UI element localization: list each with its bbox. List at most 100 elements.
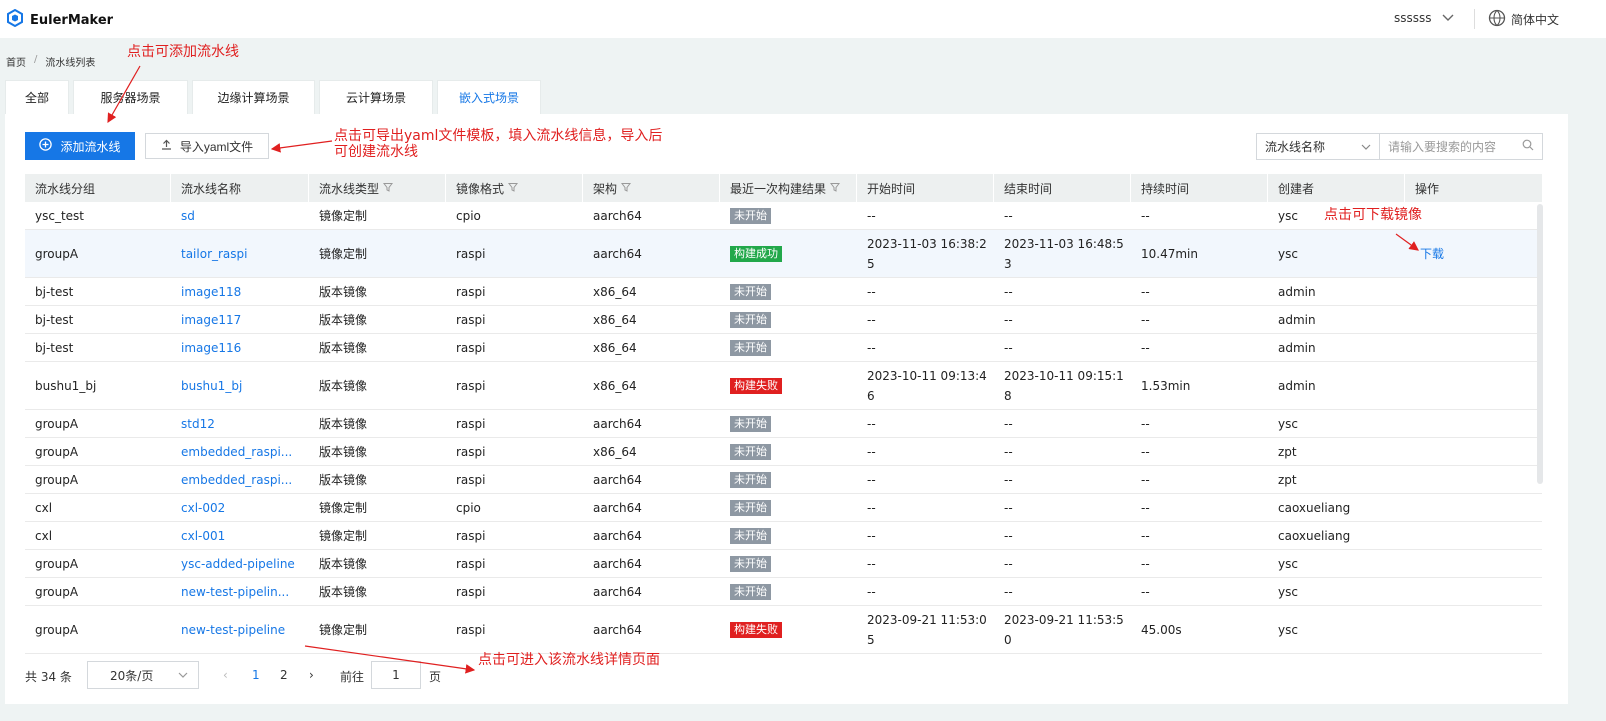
cell-status: 未开始	[720, 334, 857, 361]
cell-group: bj-test	[35, 312, 74, 327]
pipeline-name-link[interactable]: embedded_raspi...	[171, 438, 309, 465]
filter-icon[interactable]	[383, 181, 394, 195]
table-row[interactable]: bj-test image116 版本镜像 raspi x86_64 未开始 -- -- -- a…	[25, 334, 1542, 362]
cell-arch: aarch64	[593, 528, 642, 543]
cell-end: 2023-11-03 16:48:53	[994, 230, 1131, 277]
pipeline-name-link[interactable]: new-test-pipeline	[171, 606, 309, 653]
pipeline-name-link[interactable]: new-test-pipelin...	[171, 578, 309, 605]
cell-status: 未开始	[720, 278, 857, 305]
tab-edge[interactable]: 边缘计算场景	[192, 80, 315, 114]
pipeline-name-link[interactable]: tailor_raspi	[171, 230, 309, 277]
tab-server[interactable]: 服务器场景	[73, 80, 188, 114]
search-icon[interactable]	[1522, 139, 1534, 154]
language-label: 简体中文	[1511, 13, 1560, 27]
col-format: 镜像格式	[446, 174, 583, 202]
page-size-select[interactable]: 20条/页	[87, 661, 199, 689]
table-row[interactable]: cxl cxl-001 镜像定制 raspi aarch64 未开始 -- -- -- caoxu…	[25, 522, 1542, 550]
breadcrumb-separator: /	[34, 54, 38, 65]
pipeline-name-link[interactable]: ysc-added-pipeline	[171, 550, 309, 577]
table-row[interactable]: cxl cxl-002 镜像定制 cpio aarch64 未开始 -- -- -- caoxue…	[25, 494, 1542, 522]
add-pipeline-button[interactable]: 添加流水线	[25, 132, 135, 160]
cell-group: groupA	[35, 246, 79, 261]
cell-format: cpio	[456, 208, 481, 223]
table-row[interactable]: bushu1_bj bushu1_bj 版本镜像 raspi x86_64 构建失败 202…	[25, 362, 1542, 410]
cell-status: 构建成功	[720, 230, 857, 277]
cell-arch: aarch64	[593, 584, 642, 599]
cell-creator: admin	[1278, 312, 1316, 327]
time-text: 2023-11-03 16:48:53	[1004, 236, 1124, 271]
cell-type: 镜像定制	[319, 500, 368, 515]
table-header: 流水线分组 流水线名称 流水线类型 镜像格式 架构 最近一次构建结果 开始时间 …	[25, 174, 1542, 202]
cell-start: 2023-09-21 11:53:05	[857, 606, 994, 653]
download-link[interactable]: 下载	[1420, 244, 1444, 264]
breadcrumb-home[interactable]: 首页	[6, 54, 26, 69]
annotation-detail: 点击可进入该流水线详情页面	[478, 652, 660, 668]
import-yaml-button[interactable]: 导入yaml文件	[145, 133, 269, 159]
table-row[interactable]: groupA new-test-pipeline 镜像定制 raspi aarch64 构…	[25, 606, 1542, 654]
cell-start: --	[867, 312, 876, 327]
time-text: 2023-10-11 09:15:18	[1004, 368, 1124, 403]
cell-arch: x86_64	[593, 312, 637, 327]
status-badge: 未开始	[730, 583, 771, 600]
time-text: 2023-10-11 09:13:46	[867, 368, 987, 403]
table-scrollbar[interactable]	[1537, 204, 1543, 484]
pipeline-name-link[interactable]: cxl-002	[171, 494, 309, 521]
tab-all[interactable]: 全部	[5, 80, 69, 114]
table-row[interactable]: groupA new-test-pipelin... 版本镜像 raspi aarch6…	[25, 578, 1542, 606]
pipeline-name-link[interactable]: image116	[171, 334, 309, 361]
breadcrumb: 首页 / 流水线列表	[6, 54, 95, 69]
status-badge: 未开始	[730, 527, 771, 544]
time-text: 2023-09-21 11:53:50	[1004, 612, 1124, 647]
pipeline-name-link[interactable]: embedded_raspi...	[171, 466, 309, 493]
filter-icon[interactable]	[508, 181, 519, 195]
col-end: 结束时间	[994, 174, 1131, 202]
col-last-build: 最近一次构建结果	[720, 174, 857, 202]
cell-group: groupA	[35, 584, 79, 599]
cell-status: 未开始	[720, 550, 857, 577]
next-page-icon[interactable]: ›	[309, 668, 314, 682]
cell-type: 版本镜像	[319, 584, 368, 599]
table-row[interactable]: bj-test image117 版本镜像 raspi x86_64 未开始 -- -- -- a…	[25, 306, 1542, 334]
pipeline-name-link[interactable]: image117	[171, 306, 309, 333]
cell-creator: zpt	[1278, 444, 1297, 459]
table-row[interactable]: groupA embedded_raspi... 版本镜像 raspi x86_64 未开…	[25, 438, 1542, 466]
cell-end: --	[1004, 500, 1013, 515]
cell-type: 镜像定制	[319, 208, 368, 223]
pipeline-name-link[interactable]: cxl-001	[171, 522, 309, 549]
cell-group: cxl	[35, 500, 53, 515]
pipeline-name-link[interactable]: image118	[171, 278, 309, 305]
cell-start: --	[867, 584, 876, 599]
cell-arch: aarch64	[593, 500, 642, 515]
table-row[interactable]: ysc_test sd 镜像定制 cpio aarch64 未开始 -- -- -- ysc	[25, 202, 1542, 230]
pipeline-name-link[interactable]: sd	[171, 202, 309, 229]
tab-embedded[interactable]: 嵌入式场景	[437, 80, 541, 114]
user-menu[interactable]: ssssss	[1394, 11, 1454, 25]
goto-page-input[interactable]: 1	[371, 661, 421, 689]
table-row[interactable]: groupA tailor_raspi 镜像定制 raspi aarch64 构建成功 20…	[25, 230, 1542, 278]
cell-format: raspi	[456, 444, 486, 459]
cell-start: --	[867, 500, 876, 515]
filter-icon[interactable]	[830, 181, 841, 195]
cell-duration: 10.47min	[1141, 246, 1198, 261]
cell-end: --	[1004, 528, 1013, 543]
prev-page-icon[interactable]: ‹	[223, 668, 228, 682]
cell-duration: 45.00s	[1141, 622, 1182, 637]
cell-format: raspi	[456, 584, 486, 599]
table-row[interactable]: groupA ysc-added-pipeline 版本镜像 raspi aarch64…	[25, 550, 1542, 578]
table-row[interactable]: groupA embedded_raspi... 版本镜像 raspi aarch64 未…	[25, 466, 1542, 494]
pipeline-name-link[interactable]: std12	[171, 410, 309, 437]
search-input[interactable]: 请输入要搜索的内容	[1379, 133, 1543, 160]
table-row[interactable]: groupA std12 版本镜像 raspi aarch64 未开始 -- -- -- ysc	[25, 410, 1542, 438]
filter-icon[interactable]	[621, 181, 632, 195]
tab-cloud[interactable]: 云计算场景	[319, 80, 433, 114]
language-switch[interactable]: 简体中文	[1488, 9, 1559, 30]
pipeline-name-link[interactable]: bushu1_bj	[171, 362, 309, 409]
search-field-select[interactable]: 流水线名称	[1256, 133, 1380, 160]
table-row[interactable]: bj-test image118 版本镜像 raspi x86_64 未开始 -- -- -- a…	[25, 278, 1542, 306]
page-1[interactable]: 1	[252, 668, 260, 682]
page-2[interactable]: 2	[280, 668, 288, 682]
goto-label: 前往	[340, 670, 365, 684]
app-logo[interactable]: EulerMaker	[6, 8, 113, 31]
cell-duration: --	[1141, 340, 1150, 355]
cell-duration: --	[1141, 500, 1150, 515]
